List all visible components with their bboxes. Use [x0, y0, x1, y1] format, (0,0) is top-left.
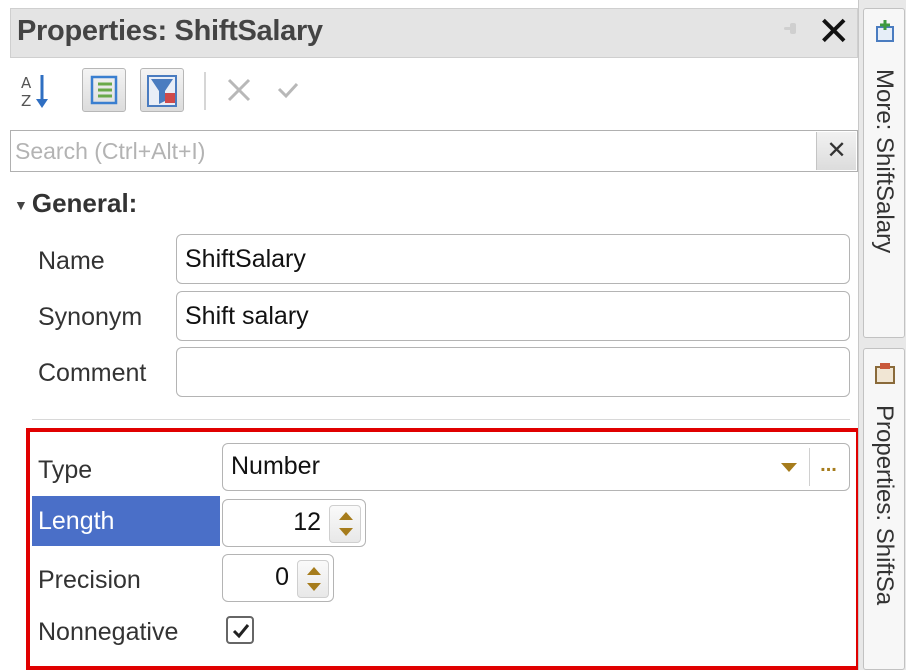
highlight-box	[26, 428, 860, 670]
collapse-triangle-icon[interactable]: ▼	[14, 197, 28, 213]
toolbar-separator	[204, 72, 206, 110]
synonym-value: Shift salary	[185, 301, 309, 330]
delete-icon[interactable]	[218, 68, 262, 112]
comment-label: Comment	[38, 359, 147, 387]
dock-tab-properties[interactable]: Properties: ShiftSa	[863, 348, 905, 670]
right-dock: More: ShiftSalary Properties: ShiftSa	[858, 0, 906, 670]
panel-title-bar: Properties: ShiftSalary ✕	[10, 8, 858, 58]
close-icon[interactable]: ✕	[817, 9, 851, 55]
name-label: Name	[38, 247, 105, 275]
search-box: ✕	[10, 130, 858, 172]
svg-text:Z: Z	[21, 92, 31, 110]
dock-tab-properties-label: Properties: ShiftSa	[871, 405, 898, 606]
general-group-label: General:	[31, 188, 138, 218]
properties-panel: Properties: ShiftSalary ✕ A Z Search (Ct…	[0, 0, 860, 670]
comment-field[interactable]	[176, 347, 850, 397]
dock-tab-more-label: More: ShiftSalary	[871, 69, 898, 254]
svg-text:A: A	[21, 74, 32, 92]
filter-icon[interactable]	[140, 68, 184, 112]
synonym-label: Synonym	[38, 303, 143, 331]
name-field[interactable]: ShiftSalary	[176, 234, 850, 284]
categorized-view-icon[interactable]	[82, 68, 126, 112]
name-value: ShiftSalary	[185, 244, 306, 273]
pin-icon[interactable]	[784, 21, 798, 35]
toolbar: A Z	[10, 64, 858, 122]
general-group-header[interactable]: ▼ General:	[14, 188, 137, 219]
search-input[interactable]	[11, 131, 806, 171]
sort-alphabetical-icon[interactable]: A Z	[16, 68, 60, 112]
dock-tab-more[interactable]: More: ShiftSalary	[863, 8, 905, 338]
section-divider	[32, 419, 850, 420]
properties-icon	[875, 363, 895, 384]
add-object-icon	[876, 20, 894, 42]
panel-title: Properties: ShiftSalary	[17, 15, 323, 47]
search-clear-button[interactable]: ✕	[816, 132, 856, 170]
synonym-field[interactable]: Shift salary	[176, 291, 850, 341]
check-icon[interactable]	[266, 68, 310, 112]
